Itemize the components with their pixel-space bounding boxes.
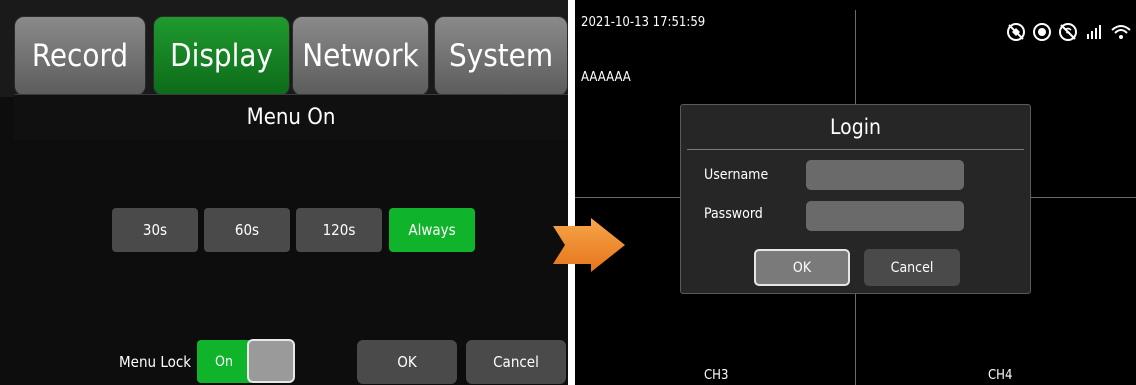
tab-network[interactable]: Network (292, 16, 429, 96)
channel-label-ch3: CH3 (704, 368, 729, 383)
right-arrow-icon (553, 218, 625, 272)
status-icons (1006, 22, 1132, 42)
option-120s-button[interactable]: 120s (296, 208, 382, 252)
no-signal-icon (1059, 23, 1077, 41)
toggle-on-label: On (197, 340, 251, 383)
record-icon (1033, 23, 1051, 41)
wifi-icon (1111, 25, 1131, 39)
option-60s-button[interactable]: 60s (204, 208, 290, 252)
display-settings-panel: Record Display Network System Menu On 30… (0, 0, 568, 385)
tab-bar: Record Display Network System (0, 0, 568, 97)
menu-lock-label: Menu Lock (119, 353, 192, 371)
ok-button[interactable]: OK (357, 340, 457, 384)
login-ok-button[interactable]: OK (754, 249, 850, 286)
tab-display[interactable]: Display (153, 16, 290, 96)
live-view-panel: 2021-10-13 17:51:59 AAAAAA CH3 CH4 Login… (575, 0, 1136, 385)
device-name: AAAAAA (581, 70, 631, 85)
username-label: Username (704, 167, 769, 183)
tab-record[interactable]: Record (14, 16, 146, 96)
channel-label-ch4: CH4 (988, 368, 1013, 383)
login-cancel-button[interactable]: Cancel (864, 249, 960, 286)
login-dialog: Login Username Password OK Cancel (680, 104, 1031, 294)
timestamp: 2021-10-13 17:51:59 (581, 15, 706, 30)
option-always-button[interactable]: Always (389, 208, 475, 252)
password-label: Password (704, 206, 763, 222)
cellular-signal-icon (1087, 25, 1101, 39)
login-divider (687, 149, 1024, 150)
login-title: Login (830, 115, 881, 139)
cancel-button[interactable]: Cancel (466, 340, 566, 384)
username-input[interactable] (806, 160, 964, 190)
option-30s-button[interactable]: 30s (112, 208, 198, 252)
section-title: Menu On (14, 94, 568, 141)
no-gps-icon (1007, 23, 1025, 41)
password-input[interactable] (806, 201, 964, 231)
tab-system[interactable]: System (434, 16, 568, 96)
menu-lock-toggle[interactable]: On (197, 339, 298, 385)
toggle-knob (247, 339, 295, 383)
